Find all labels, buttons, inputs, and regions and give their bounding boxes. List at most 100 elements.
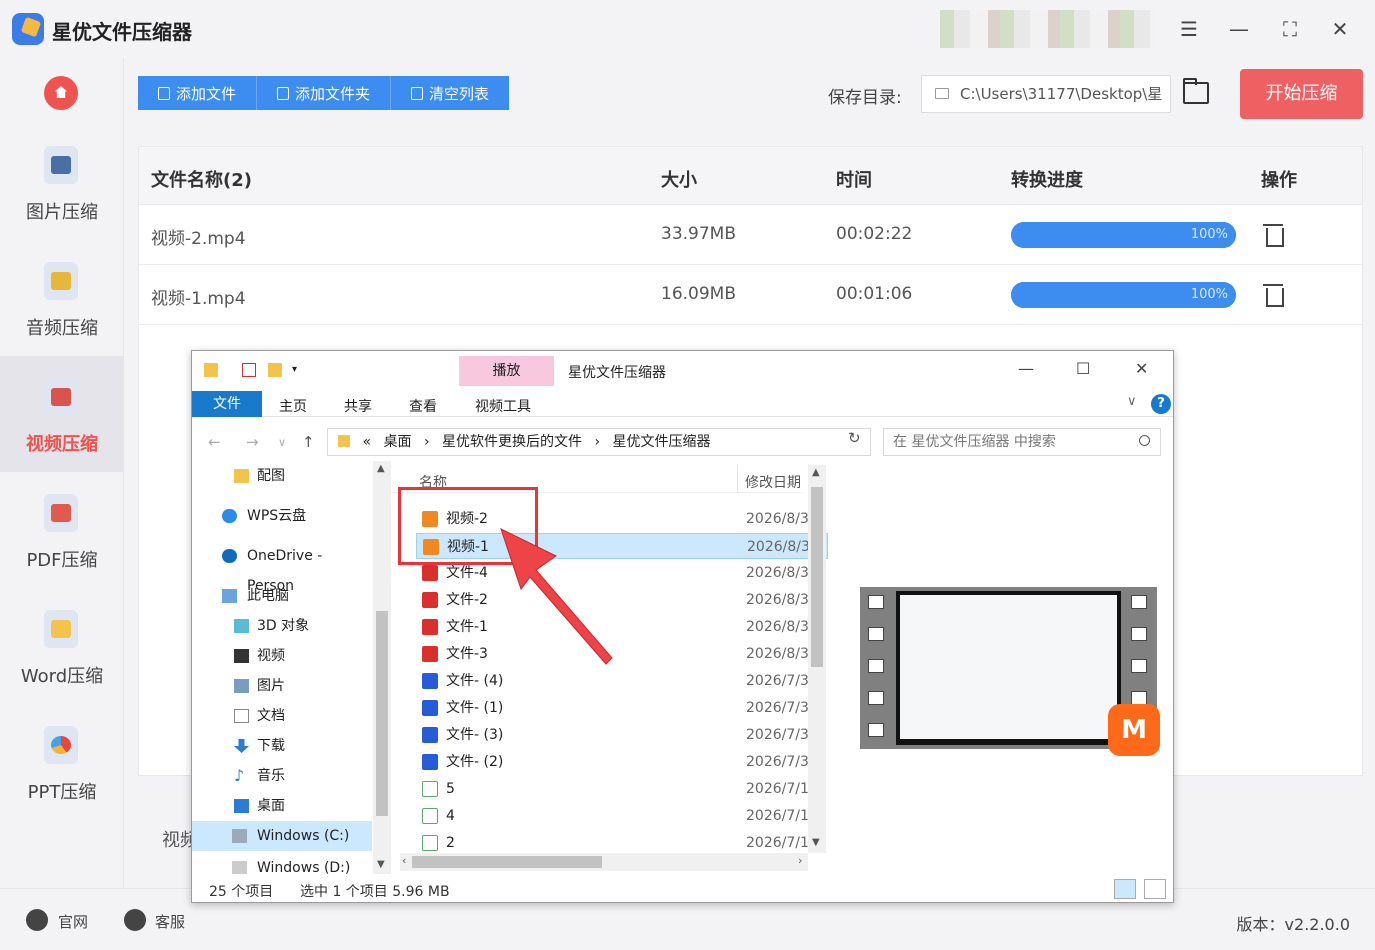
file-list-item[interactable]: 4 2026/7/1	[416, 803, 828, 829]
settings-sliders-icon[interactable]: ☰	[1176, 16, 1202, 42]
file-list-item[interactable]: 文件-1 2026/8/3	[416, 614, 828, 640]
file-list-item[interactable]: 文件- (3) 2026/7/3	[416, 722, 828, 748]
tab-share[interactable]: 共享	[344, 396, 372, 416]
maximize-icon[interactable]: ☐	[1076, 359, 1090, 378]
tab-view[interactable]: 查看	[409, 396, 437, 416]
properties-icon[interactable]	[242, 363, 256, 377]
nav-item-desktop[interactable]: 桌面	[192, 791, 372, 821]
fullscreen-icon[interactable]: ⛶	[1277, 16, 1303, 42]
table-row[interactable]: 视频-2.mp4 33.97MB 00:02:22 100%	[139, 205, 1362, 265]
address-input[interactable]: « 桌面 › 星优软件更换后的文件 › 星优文件压缩器	[327, 428, 871, 456]
large-icons-view-icon[interactable]	[1144, 879, 1166, 899]
user-avatar-area[interactable]	[940, 10, 1155, 48]
open-folder-icon[interactable]	[1183, 78, 1209, 104]
website-icon[interactable]	[26, 909, 48, 931]
scroll-left-icon[interactable]: ‹	[402, 854, 406, 867]
minimize-icon[interactable]: —	[1226, 16, 1252, 42]
file-list-item[interactable]: 5 2026/7/1	[416, 776, 828, 802]
nav-item-3d-objects[interactable]: 3D 对象	[192, 611, 372, 641]
refresh-icon[interactable]: ↻	[848, 429, 861, 447]
sidebar-item-pdf[interactable]: PDF压缩	[0, 472, 124, 588]
chevron-down-icon[interactable]: ∨	[1127, 394, 1137, 409]
nav-item-wps-cloud[interactable]: WPS云盘	[192, 501, 372, 531]
breadcrumb-current[interactable]: 星优文件压缩器	[613, 434, 711, 450]
clear-list-button[interactable]: 清空列表	[391, 76, 510, 110]
nav-item-music[interactable]: ♪ 音乐	[192, 761, 372, 791]
nav-item-documents[interactable]: 文档	[192, 701, 372, 731]
horizontal-scrollbar[interactable]: ‹ ›	[400, 853, 808, 871]
scroll-up-icon[interactable]: ▲	[812, 467, 820, 478]
delete-icon[interactable]	[1263, 222, 1284, 247]
tab-video-tools[interactable]: 视频工具	[475, 396, 531, 416]
file-list-date: 2026/7/1	[746, 781, 809, 797]
sidebar-item-audio[interactable]: 音频压缩	[0, 240, 124, 356]
sidebar-item-ppt[interactable]: PPT压缩	[0, 704, 124, 820]
scrollbar-thumb[interactable]	[811, 487, 823, 667]
nav-item-pictures[interactable]: 图片	[192, 671, 372, 701]
scrollbar-thumb[interactable]	[376, 611, 388, 816]
nav-pane-scrollbar[interactable]: ▲ ▼	[373, 461, 391, 874]
scroll-right-icon[interactable]: ›	[798, 854, 802, 867]
website-link[interactable]: 官网	[58, 911, 88, 932]
breadcrumb-desktop[interactable]: 桌面	[383, 434, 411, 450]
nav-item-drive-c[interactable]: Windows (C:)	[192, 821, 372, 851]
back-arrow-icon[interactable]: ←	[208, 433, 221, 451]
add-file-label: 添加文件	[176, 84, 237, 103]
file-list-item[interactable]: 文件-2 2026/8/3	[416, 587, 828, 613]
customer-service-link[interactable]: 客服	[155, 911, 185, 932]
help-icon[interactable]: ?	[1151, 394, 1171, 414]
nav-item-videos[interactable]: 视频	[192, 641, 372, 671]
start-compress-button[interactable]: 开始压缩	[1240, 69, 1363, 119]
trash-icon	[411, 86, 424, 100]
file-list-scrollbar[interactable]: ▲ ▼	[808, 465, 826, 853]
nav-label: 3D 对象	[257, 618, 310, 634]
close-icon[interactable]: ✕	[1135, 359, 1148, 378]
pdf-icon	[44, 494, 78, 532]
recent-chevron-icon[interactable]: ∨	[278, 436, 286, 449]
column-header-date[interactable]: 修改日期	[745, 472, 801, 492]
scroll-up-icon[interactable]: ▲	[377, 463, 385, 474]
tab-play-context[interactable]: 播放	[459, 356, 554, 386]
video-icon	[44, 378, 78, 416]
chat-icon[interactable]	[124, 909, 146, 931]
file-name: 视频-2.mp4	[151, 229, 246, 249]
up-arrow-icon[interactable]: ↑	[302, 433, 315, 451]
file-list-name: 4	[446, 808, 455, 824]
details-view-icon[interactable]	[1114, 879, 1136, 899]
tab-file[interactable]: 文件	[192, 391, 262, 417]
scroll-down-icon[interactable]: ▼	[377, 859, 385, 870]
file-list-item[interactable]: 文件-3 2026/8/3	[416, 641, 828, 667]
nav-item-this-pc[interactable]: 此电脑	[192, 581, 372, 611]
add-folder-button[interactable]: 添加文件夹	[257, 76, 392, 110]
sidebar-item-video[interactable]: 视频压缩	[0, 356, 124, 472]
breadcrumb-folder[interactable]: 星优软件更换后的文件	[442, 434, 582, 450]
file-list-item[interactable]: 文件- (4) 2026/7/3	[416, 668, 828, 694]
chevron-down-icon[interactable]: ▾	[292, 363, 306, 377]
forward-arrow-icon[interactable]: →	[246, 433, 259, 451]
save-path-input[interactable]: C:\Users\31177\Desktop\星	[921, 75, 1171, 113]
search-input[interactable]: 在 星优文件压缩器 中搜索	[883, 428, 1161, 456]
table-row[interactable]: 视频-1.mp4 16.09MB 00:01:06 100%	[139, 265, 1362, 325]
minimize-icon[interactable]: —	[1018, 359, 1034, 378]
breadcrumb-overflow[interactable]: «	[362, 434, 371, 450]
nav-item-downloads[interactable]: 下载	[192, 731, 372, 761]
home-icon[interactable]	[44, 76, 78, 110]
new-folder-icon[interactable]	[268, 363, 282, 377]
close-icon[interactable]: ✕	[1327, 16, 1353, 42]
sidebar-item-word[interactable]: Word压缩	[0, 588, 124, 704]
explorer-title-bar: ▾ 播放 星优文件压缩器 — ☐ ✕	[192, 351, 1173, 391]
tab-home[interactable]: 主页	[279, 396, 307, 416]
nav-item-onedrive[interactable]: OneDrive - Person	[192, 541, 372, 594]
mango-player-icon: M	[1108, 704, 1160, 756]
item-count: 25 个项目	[209, 884, 274, 900]
nav-item-peitu[interactable]: 配图	[192, 461, 372, 491]
nav-item-drive-d[interactable]: Windows (D:)	[192, 853, 372, 874]
computer-icon	[222, 589, 237, 603]
scrollbar-thumb[interactable]	[412, 856, 602, 868]
file-list-item[interactable]: 文件- (2) 2026/7/3	[416, 749, 828, 775]
sidebar-item-image[interactable]: 图片压缩	[0, 124, 124, 240]
delete-icon[interactable]	[1263, 282, 1284, 307]
add-file-button[interactable]: 添加文件	[138, 76, 258, 110]
scroll-down-icon[interactable]: ▼	[812, 837, 820, 848]
file-list-item[interactable]: 文件- (1) 2026/7/3	[416, 695, 828, 721]
